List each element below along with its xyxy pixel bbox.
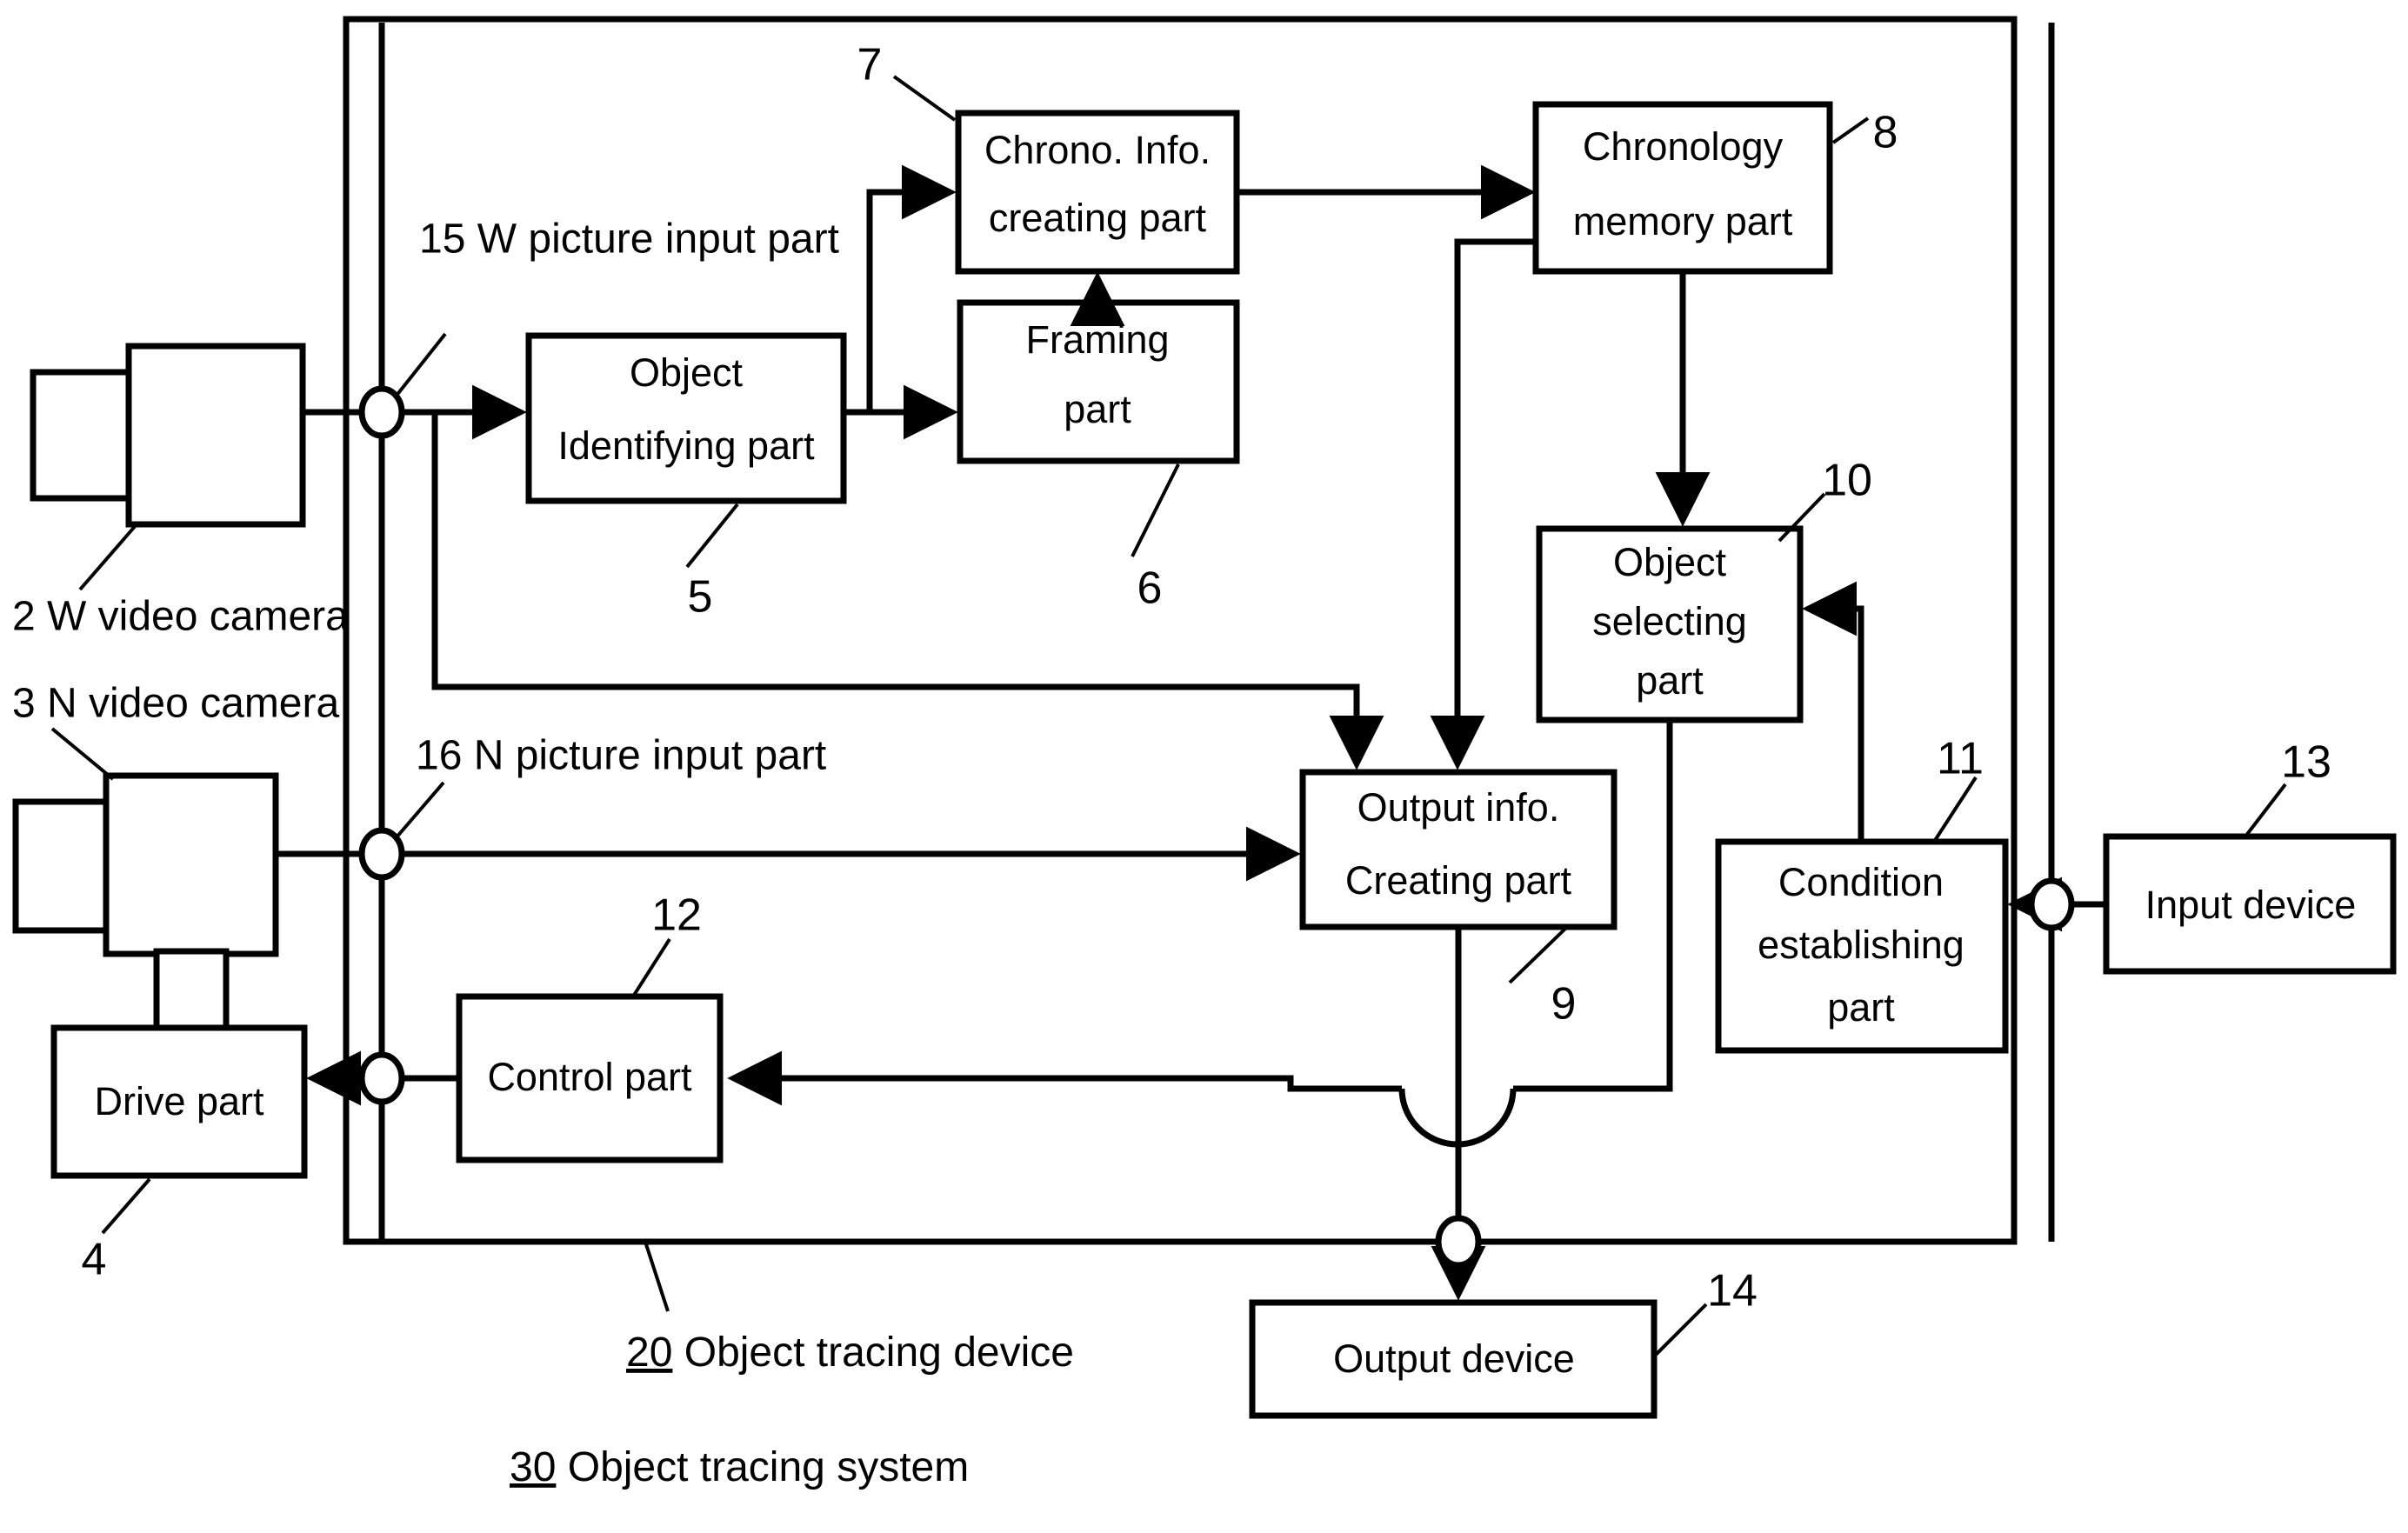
output-info-creating-part-label-line1: Output info. <box>1357 785 1560 830</box>
output-info-creating-part-ref: 9 <box>1551 979 1577 1030</box>
object-tracing-device-caption: 20 Object tracing device <box>626 1330 1074 1376</box>
control-part-label: Control part <box>487 1055 692 1099</box>
node-output-junction <box>1435 1215 1482 1269</box>
object-selecting-part-ref: 10 <box>1822 456 1872 506</box>
input-device-leader <box>2244 783 2287 838</box>
w-video-camera <box>30 343 306 528</box>
w-camera-lens <box>30 369 137 502</box>
chrono-info-creating-part-label-line2: creating part <box>989 196 1207 240</box>
chronology-memory-part-label-line2: memory part <box>1573 199 1793 243</box>
output-device-ref: 14 <box>1707 1266 1758 1316</box>
n-camera-stand <box>153 948 230 1033</box>
framing-part-label-line1: Framing <box>1025 317 1169 362</box>
n-camera-caption: 3 N video camera <box>12 681 339 727</box>
object-selecting-part-label-line3: part <box>1636 658 1704 703</box>
w-camera-body <box>125 343 306 528</box>
framing-part-ref: 6 <box>1137 563 1163 614</box>
condition-establishing-part-label-line2: establishing <box>1758 923 1964 967</box>
object-tracing-system-number: 30 <box>510 1444 556 1490</box>
chrono-info-creating-part-label-line1: Chrono. Info. <box>984 128 1211 172</box>
object-tracing-device-number: 20 <box>626 1330 672 1376</box>
drive-part-leader <box>101 1177 151 1235</box>
object-tracing-system-caption: 30 Object tracing system <box>510 1444 969 1490</box>
object-identifying-part-ref: 5 <box>688 572 713 623</box>
drive-part-label: Drive part <box>94 1079 264 1123</box>
output-info-creating-part-label-line2: Creating part <box>1345 858 1572 903</box>
input-device-ref: 13 <box>2281 737 2331 788</box>
output-device-leader <box>1652 1303 1708 1358</box>
n-camera-body <box>103 772 279 957</box>
w-camera-caption: 2 W video camera <box>12 594 349 640</box>
input-device-label: Input device <box>2145 883 2357 927</box>
condition-establishing-part-label-line3: part <box>1827 985 1895 1030</box>
control-part-ref: 12 <box>651 890 702 941</box>
object-identifying-part-label-line2: Identifying part <box>557 423 815 468</box>
framing-part-label-line2: part <box>1064 387 1131 431</box>
object-tracing-device-leader <box>644 1241 670 1312</box>
output-device-label: Output device <box>1333 1336 1575 1381</box>
chrono-info-creating-part-ref: 7 <box>857 40 883 90</box>
w-camera-leader <box>78 522 139 591</box>
chronology-memory-part-ref: 8 <box>1873 108 1898 158</box>
w-picture-input-part-caption: 15 W picture input part <box>419 217 839 263</box>
n-picture-input-part-caption: 16 N picture input part <box>416 733 826 779</box>
condition-establishing-part-ref: 11 <box>1937 734 1984 784</box>
object-tracing-device-text: Object tracing device <box>672 1330 1074 1376</box>
block-diagram: 2 W video camera 3 N video camera Drive … <box>12 16 2397 1490</box>
figure-canvas: 2 W video camera 3 N video camera Drive … <box>0 0 2408 1533</box>
n-camera-leader <box>50 727 115 781</box>
object-selecting-part-label-line2: selecting <box>1592 599 1747 643</box>
object-selecting-part-label-line1: Object <box>1613 540 1727 584</box>
condition-establishing-part-label-line1: Condition <box>1778 860 1944 904</box>
node-drive-junction <box>358 1051 405 1105</box>
n-video-camera <box>12 772 279 1033</box>
node-input-device-junction <box>2028 877 2075 931</box>
chronology-memory-part-label-line1: Chronology <box>1583 124 1784 169</box>
object-tracing-system-text: Object tracing system <box>556 1444 969 1490</box>
object-identifying-part-label-line1: Object <box>630 350 744 395</box>
drive-part-ref: 4 <box>82 1235 107 1285</box>
n-camera-lens <box>12 798 115 934</box>
